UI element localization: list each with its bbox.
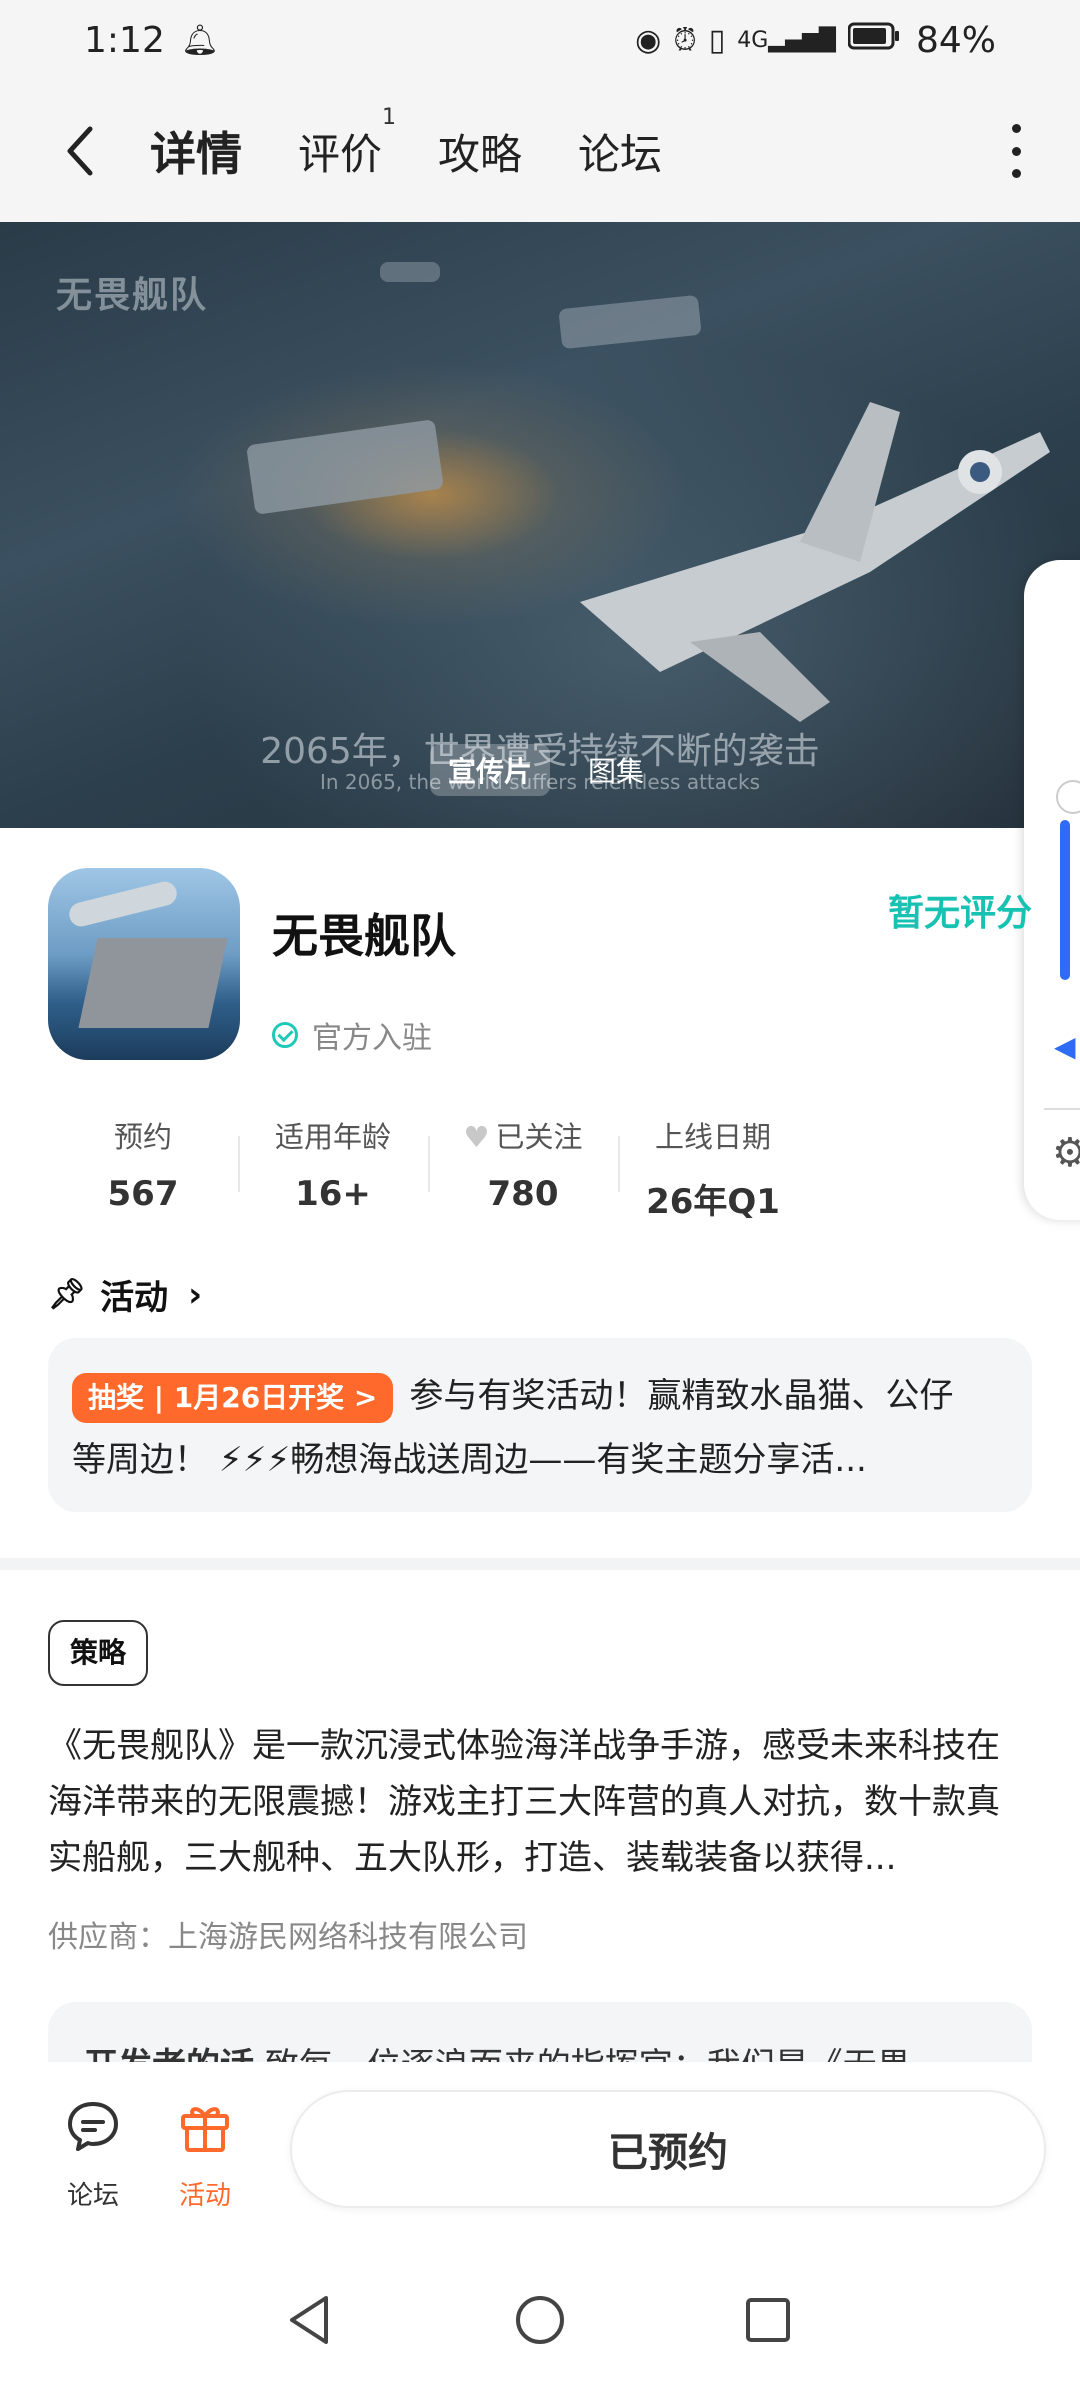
hero-game-logo: 无畏舰队 [56, 275, 209, 316]
tab-details[interactable]: 详情 [146, 118, 246, 184]
tab-label: 论坛 [578, 129, 663, 179]
status-bar: 1:12 🔔︎ ◉ ⏰︎ ▯ 4G▂▄▆█ 84% [0, 0, 1080, 80]
dev-words-title: 开发者的话 [84, 2046, 254, 2062]
top-nav: 详情 评价 1 攻略 论坛 [0, 80, 1080, 222]
forum-nav-button[interactable]: 论坛 [48, 2096, 138, 2212]
app-icon [48, 868, 240, 1060]
4g-signal-icon: 4G▂▄▆█ [737, 27, 836, 53]
app-name: 无畏舰队 [272, 909, 456, 963]
stat-value: 26年Q1 [646, 1182, 780, 1222]
tab-label: 详情 [150, 127, 242, 181]
stat-label: 上线日期 [654, 1120, 771, 1154]
game-description[interactable]: 《无畏舰队》是一款沉浸式体验海洋战争手游，感受未来科技在海洋带来的无限震撼！游戏… [48, 1718, 1032, 1886]
nav-home-icon[interactable] [510, 2290, 570, 2350]
stat-label: 适用年龄 [274, 1120, 391, 1154]
vibrate-icon: ▯ [708, 22, 726, 58]
rating-status: 暂无评分 [888, 893, 1033, 934]
stat-label-row: ♥ 已关注 [428, 1114, 618, 1156]
tab-badge: 1 [382, 104, 397, 130]
alarm-icon: ⏰︎ [673, 22, 697, 58]
app-icon-jet [66, 879, 180, 929]
app-stats: 预约 567 适用年龄 16+ ♥ 已关注 780 上线日期 26年Q1 [48, 1114, 808, 1223]
activity-label: 活动 [178, 2181, 231, 2211]
reserved-button[interactable]: 已预约 [290, 2090, 1046, 2208]
hero-tab-trailer[interactable]: 宣传片 [430, 744, 551, 796]
chat-bubble-icon [68, 2102, 118, 2151]
nav-back-icon[interactable] [280, 2290, 340, 2350]
hero-media-tabs: 宣传片 图集 [430, 744, 662, 796]
stat-label: 预约 [113, 1120, 172, 1154]
tab-forum[interactable]: 论坛 [578, 121, 662, 182]
volume-side-panel[interactable]: ◀ ⚙ [1024, 560, 1080, 1220]
tab-guides[interactable]: 攻略 [438, 121, 522, 182]
hero-media[interactable]: 无畏舰队 2065年，世界遭受持续不断的袭击 In 2065, the worl… [0, 222, 1080, 828]
activity-section-header[interactable]: 📌︎ 活动 › [48, 1270, 202, 1319]
bottom-action-bar: 论坛 活动 已预约 [0, 2062, 1080, 2242]
lottery-badge: 抽奖 | 1月26日开奖 > [72, 1372, 394, 1423]
volume-slider-knob[interactable] [1056, 780, 1080, 814]
genre-tag[interactable]: 策略 [48, 1620, 149, 1686]
status-time: 1:12 [84, 19, 165, 61]
nav-recents-icon[interactable] [738, 2290, 798, 2350]
gear-icon[interactable]: ⚙ [1052, 1130, 1080, 1176]
hero-ship [380, 262, 440, 282]
system-nav-bar [0, 2242, 1080, 2400]
tab-reviews[interactable]: 评价 1 [298, 105, 396, 182]
stat-value: 567 [107, 1174, 179, 1214]
section-divider [0, 1558, 1080, 1570]
activity-card[interactable]: 抽奖 | 1月26日开奖 > 参与有奖活动！赢精致水晶猫、公仔 等周边！ ⚡⚡⚡畅… [48, 1338, 1032, 1512]
speaker-icon[interactable]: ◀ [1054, 1030, 1080, 1063]
forum-label: 论坛 [66, 2181, 119, 2211]
heart-icon: ♥ [463, 1120, 490, 1154]
activity-nav-button[interactable]: 活动 [160, 2096, 250, 2212]
stat-label: 已关注 [495, 1120, 583, 1154]
stat-value: 780 [487, 1174, 559, 1214]
more-dot [1011, 124, 1021, 133]
stat-age-rating: 适用年龄 16+ [238, 1114, 428, 1223]
chevron-left-icon [67, 126, 93, 176]
stat-following[interactable]: ♥ 已关注 780 [428, 1114, 618, 1223]
stat-value: 16+ [295, 1174, 371, 1214]
developer-words-card[interactable]: 开发者的话 致每一位逐浪而来的指挥官：我们是《无畏 [48, 2002, 1032, 2062]
more-options-button[interactable] [996, 124, 1036, 178]
gift-icon [181, 2107, 229, 2152]
tab-label: 攻略 [438, 129, 523, 179]
hero-tab-gallery[interactable]: 图集 [570, 744, 662, 796]
more-dot [1011, 146, 1021, 156]
eye-icon: ◉ [635, 22, 662, 58]
activity-text-line2: 等周边！ ⚡⚡⚡畅想海战送周边——有奖主题分享活... [72, 1440, 867, 1480]
more-dot [1011, 169, 1021, 178]
activity-heading: 活动 [100, 1278, 169, 1318]
hero-jet-illustration [580, 402, 1050, 722]
verified-check-icon [272, 1022, 298, 1048]
dev-words-text: 致每一位逐浪而来的指挥官：我们是《无畏 [265, 2046, 911, 2062]
tab-label: 评价 [298, 129, 383, 179]
app-icon-ship [78, 938, 228, 1028]
stat-release-date: 上线日期 26年Q1 [618, 1114, 808, 1223]
notification-bell-icon: 🔔︎ [180, 22, 219, 58]
volume-slider-track[interactable] [1060, 820, 1070, 980]
panel-divider [1044, 1108, 1080, 1110]
battery-percent: 84% [915, 19, 996, 61]
chevron-right-icon: › [188, 1274, 203, 1315]
supplier-info: 供应商：上海游民网络科技有限公司 [48, 1920, 528, 1955]
official-badge: 官方入驻 [272, 1013, 432, 1057]
stat-reservations: 预约 567 [48, 1114, 238, 1223]
battery-icon [847, 22, 900, 58]
official-label: 官方入驻 [312, 1021, 432, 1056]
back-button[interactable] [50, 121, 110, 181]
pin-icon: 📌︎ [48, 1277, 87, 1312]
activity-text-line1: 参与有奖活动！赢精致水晶猫、公仔 [409, 1376, 954, 1416]
